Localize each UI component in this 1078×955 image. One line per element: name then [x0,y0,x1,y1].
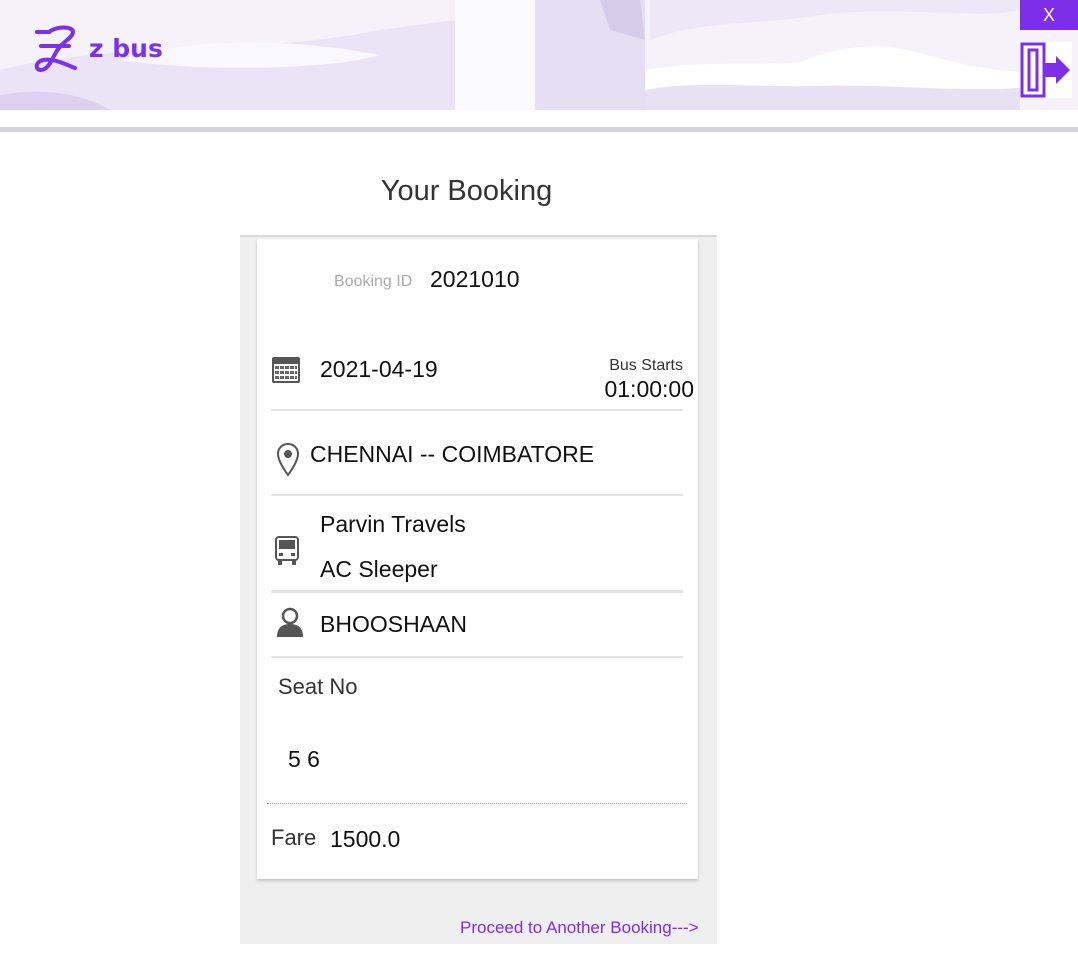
divider [271,590,683,593]
brand-name: z bus [89,33,163,63]
logout-button[interactable] [1020,42,1072,98]
bus-icon [275,536,299,565]
passenger-name: BHOOSHAAN [320,611,467,637]
divider-dotted [267,803,687,804]
bus-type: AC Sleeper [320,556,438,582]
fare-value: 1500.0 [330,826,401,852]
divider [271,409,683,411]
proceed-another-booking-link[interactable]: Proceed to Another Booking---> [460,918,699,938]
fare-label: Fare [271,825,317,850]
calendar-icon [272,357,300,383]
bus-starts-label: Bus Starts [609,357,683,374]
user-icon [277,607,303,637]
seat-numbers: 5 6 [288,746,320,772]
booking-id-value: 2021010 [430,266,520,292]
page-title: Your Booking [380,175,553,207]
close-button[interactable]: X [1020,0,1078,30]
map-pin-icon [277,443,299,477]
journey-date: 2021-04-19 [320,356,438,382]
route: CHENNAI -- COIMBATORE [310,441,595,467]
zbus-logo-icon [34,25,77,73]
bus-start-time: 01:00:00 [604,376,694,402]
bus-operator: Parvin Travels [320,511,466,537]
divider [271,494,683,496]
divider [271,656,683,658]
brand-logo: z bus [33,22,163,78]
header-divider [0,127,1078,132]
seat-no-label: Seat No [278,674,358,699]
app-header: z bus X [0,0,1078,110]
booking-id-label: Booking ID [334,273,413,290]
logout-icon [1020,42,1070,98]
